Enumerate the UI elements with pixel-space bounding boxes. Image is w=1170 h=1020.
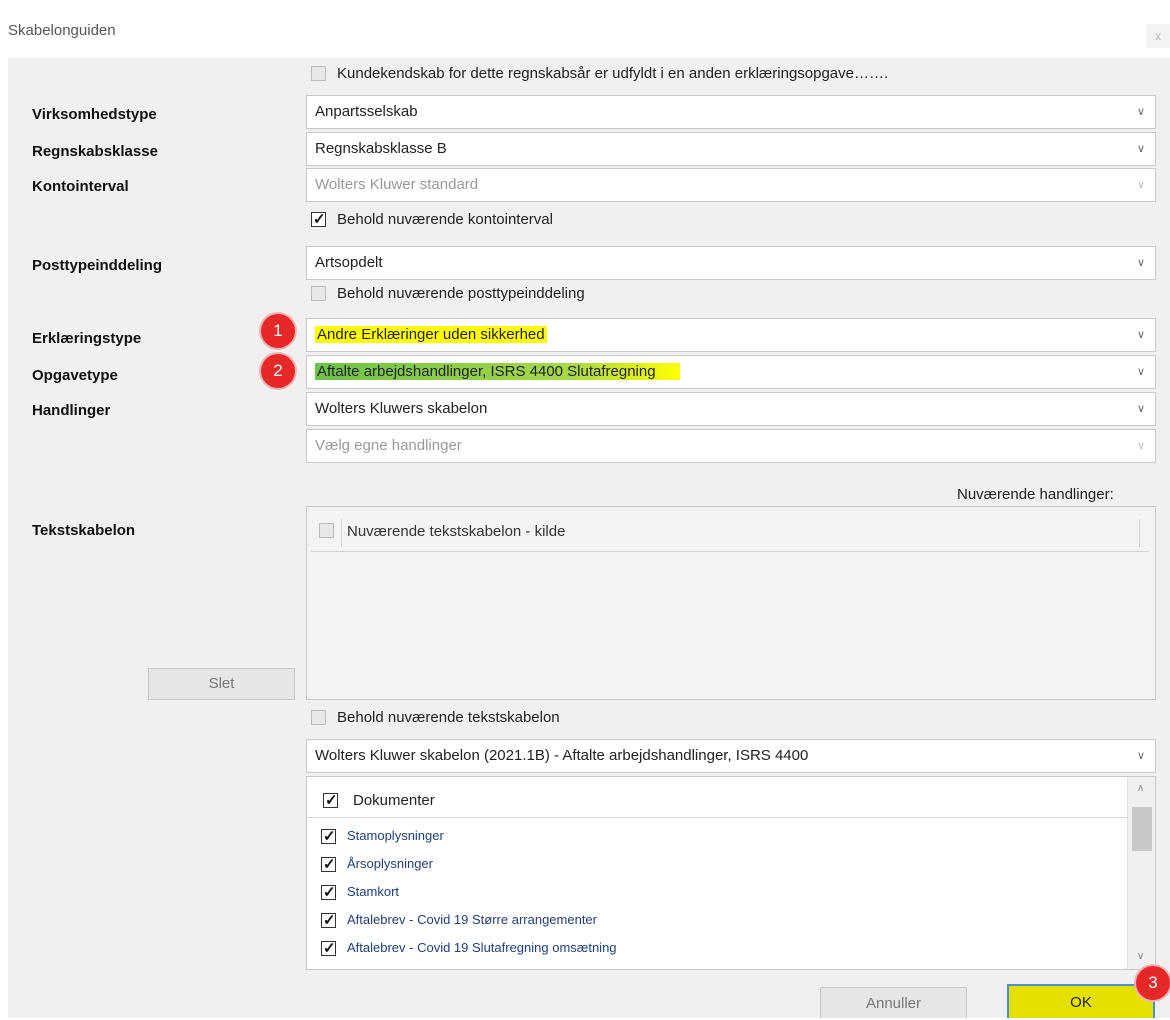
regnskabsklasse-label: Regnskabsklasse [32,143,158,160]
virksomhedstype-dropdown[interactable]: Anpartsselskab ∨ [306,95,1156,129]
kundekendskab-label: Kundekendskab for dette regnskabsår er u… [337,65,889,82]
document-checkbox[interactable] [321,911,336,929]
annotation-badge-3: 3 [1136,966,1170,1000]
behold-posttypeinddeling-checkbox[interactable] [311,286,326,301]
documents-list[interactable]: Dokumenter Stamoplysninger Årsoplysninge… [306,776,1156,970]
column-divider [1139,519,1140,547]
grid-header-checkbox[interactable] [319,523,334,538]
opgavetype-dropdown[interactable]: Aftalte arbejdshandlinger, ISRS 4400 Slu… [306,355,1156,389]
scrollbar-thumb[interactable] [1132,807,1152,851]
chevron-down-icon: ∨ [1136,179,1145,191]
behold-tekstskabelon-label: Behold nuværende tekstskabelon [337,709,560,726]
chevron-down-icon: ∨ [1136,106,1145,118]
skabelon-value: Wolters Kluwer skabelon (2021.1B) - Afta… [315,747,809,764]
chevron-down-icon: ∨ [1136,257,1145,269]
documents-select-all-checkbox[interactable] [323,791,338,809]
chevron-down-icon[interactable]: ∨ [1137,951,1144,962]
tekstskabelon-grid[interactable]: Nuværende tekstskabelon - kilde [306,506,1156,700]
posttypeinddeling-label: Posttypeinddeling [32,257,163,274]
virksomhedstype-label: Virksomhedstype [32,106,157,123]
document-label: Stamoplysninger [347,828,444,843]
document-checkbox[interactable] [321,883,336,901]
current-actions-label: Nuværende handlinger: [957,486,1114,503]
opgavetype-value: Aftalte arbejdshandlinger, ISRS 4400 Slu… [315,363,680,380]
chevron-down-icon: ∨ [1136,366,1145,378]
window-title: Skabelonguiden [8,22,116,39]
erklaeringstype-value: Andre Erklæringer uden sikkerhed [315,326,547,343]
egne-handlinger-dropdown[interactable]: Vælg egne handlinger ∨ [306,429,1156,463]
document-label: Stamkort [347,884,400,899]
behold-posttypeinddeling-label: Behold nuværende posttypeinddeling [337,285,585,302]
behold-tekstskabelon-checkbox[interactable] [311,710,326,725]
cancel-button[interactable]: Annuller [820,987,967,1018]
kundekendskab-checkbox[interactable] [311,66,326,81]
handlinger-label: Handlinger [32,402,111,419]
annotation-badge-2: 2 [261,354,295,388]
chevron-up-icon[interactable]: ∧ [1137,783,1144,794]
annotation-badge-1: 1 [261,314,295,348]
posttypeinddeling-dropdown[interactable]: Artsopdelt ∨ [306,246,1156,280]
scrollbar[interactable]: ∧ ∨ [1127,777,1155,969]
document-checkbox[interactable] [321,855,336,873]
column-divider [341,519,342,547]
close-button[interactable]: x [1146,24,1170,48]
behold-kontointerval-checkbox[interactable] [311,210,326,228]
document-checkbox[interactable] [321,939,336,957]
kontointerval-dropdown[interactable]: Wolters Kluwer standard ∨ [306,168,1156,202]
egne-handlinger-value: Vælg egne handlinger [315,437,462,454]
grid-column-header: Nuværende tekstskabelon - kilde [347,523,566,540]
ok-button[interactable]: OK [1007,984,1155,1018]
regnskabsklasse-value: Regnskabsklasse B [315,140,447,157]
tekstskabelon-label: Tekstskabelon [32,522,136,539]
documents-header-label: Dokumenter [353,792,435,809]
document-label: Aftalebrev - Covid 19 Større arrangement… [347,912,597,927]
handlinger-dropdown[interactable]: Wolters Kluwers skabelon ∨ [306,392,1156,426]
erklaeringstype-dropdown[interactable]: Andre Erklæringer uden sikkerhed ∨ [306,318,1156,352]
slet-button[interactable]: Slet [148,668,295,700]
regnskabsklasse-dropdown[interactable]: Regnskabsklasse B ∨ [306,132,1156,166]
document-label: Aftalebrev - Covid 19 Slutafregning omsæ… [347,940,617,955]
title-bar: Skabelonguiden [0,0,1170,60]
chevron-down-icon: ∨ [1136,750,1145,762]
opgavetype-label: Opgavetype [32,367,118,384]
posttypeinddeling-value: Artsopdelt [315,254,383,271]
chevron-down-icon: ∨ [1136,329,1145,341]
skabelon-dropdown[interactable]: Wolters Kluwer skabelon (2021.1B) - Afta… [306,739,1156,773]
documents-header: Dokumenter [307,777,1127,818]
chevron-down-icon: ∨ [1136,143,1145,155]
erklaeringstype-label: Erklæringstype [32,330,142,347]
grid-header-row: Nuværende tekstskabelon - kilde [311,515,1149,552]
chevron-down-icon: ∨ [1136,440,1145,452]
kontointerval-value: Wolters Kluwer standard [315,176,479,193]
kontointerval-label: Kontointerval [32,178,129,195]
chevron-down-icon: ∨ [1136,403,1145,415]
document-checkbox[interactable] [321,827,336,845]
behold-kontointerval-label: Behold nuværende kontointerval [337,211,553,228]
virksomhedstype-value: Anpartsselskab [315,103,418,120]
document-label: Årsoplysninger [347,856,433,871]
handlinger-value: Wolters Kluwers skabelon [315,400,488,417]
